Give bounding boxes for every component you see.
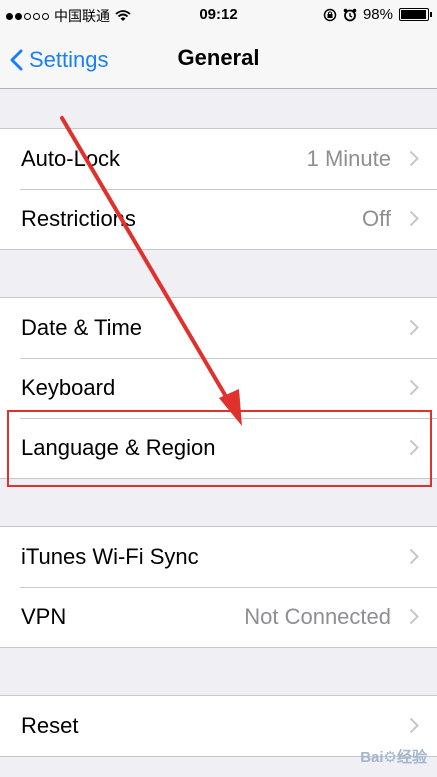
row-value: Off (362, 206, 391, 231)
row-label: iTunes Wi-Fi Sync (21, 544, 199, 569)
back-button-label: Settings (29, 47, 109, 72)
settings-group-network: iTunes Wi-Fi Sync VPN Not Connected (0, 526, 437, 648)
battery-level (401, 10, 427, 19)
chevron-right-icon (409, 319, 419, 336)
settings-group-input: Date & Time Keyboard Language & Region (0, 297, 437, 479)
row-label: VPN (21, 604, 67, 629)
row-label: Keyboard (21, 375, 116, 400)
row-label: Restrictions (21, 206, 136, 231)
rotation-lock-icon (323, 8, 337, 21)
row-label: Date & Time (21, 315, 143, 340)
language-region-row[interactable]: Language & Region (0, 418, 437, 478)
keyboard-row[interactable]: Keyboard (0, 358, 437, 418)
row-label: Reset (21, 713, 79, 738)
itunes-wifi-sync-row[interactable]: iTunes Wi-Fi Sync (0, 527, 437, 587)
chevron-right-icon (409, 379, 419, 396)
chevron-right-icon (409, 548, 419, 565)
battery-icon (399, 8, 432, 21)
status-right: 98% (323, 6, 432, 23)
settings-group-lock: Auto-Lock 1 Minute Restrictions Off (0, 128, 437, 250)
vpn-row[interactable]: VPN Not Connected (0, 587, 437, 647)
chevron-left-icon (10, 49, 23, 71)
battery-percent: 98% (362, 6, 393, 23)
chevron-right-icon (409, 150, 419, 167)
alarm-icon (343, 8, 357, 21)
restrictions-row[interactable]: Restrictions Off (0, 189, 437, 249)
row-value: 1 Minute (306, 146, 391, 171)
chevron-right-icon (409, 439, 419, 456)
watermark: Bai⚙经验 (360, 749, 427, 766)
row-value: Not Connected (244, 604, 391, 629)
row-label: Language & Region (21, 435, 216, 460)
chevron-right-icon (409, 210, 419, 227)
row-label: Auto-Lock (21, 146, 121, 171)
back-button[interactable]: Settings (10, 32, 109, 88)
chevron-right-icon (409, 717, 419, 734)
status-bar: 中国联通 09:12 98% (0, 0, 437, 32)
date-time-row[interactable]: Date & Time (0, 298, 437, 358)
auto-lock-row[interactable]: Auto-Lock 1 Minute (0, 129, 437, 189)
chevron-right-icon (409, 608, 419, 625)
navigation-bar: Settings General (0, 32, 437, 89)
